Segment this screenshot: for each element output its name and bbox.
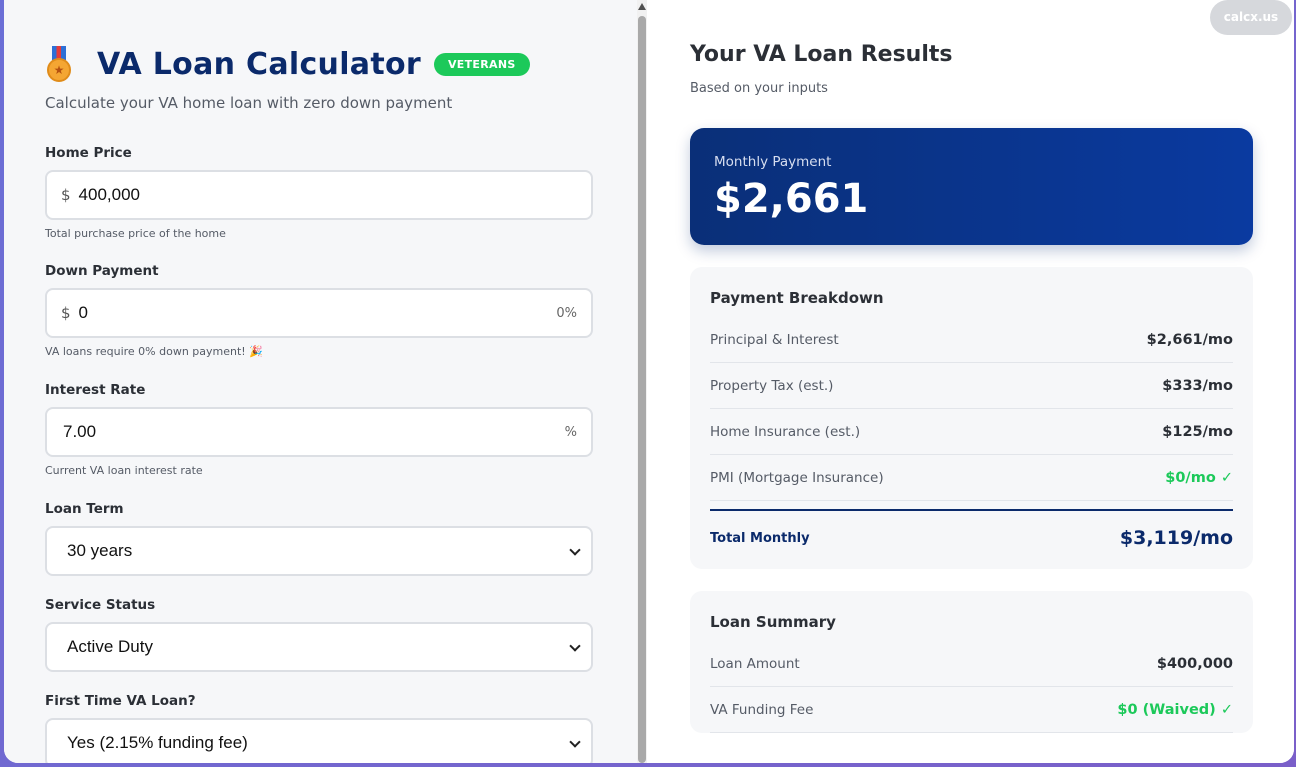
interest-rate-input[interactable]: 7.00 % (45, 407, 593, 457)
chevron-down-icon (569, 640, 581, 652)
loan-term-selected: 30 years (67, 541, 133, 560)
interest-rate-value[interactable]: 7.00 (63, 422, 96, 442)
breakdown-row-value: $125/mo (1162, 423, 1233, 440)
first-time-label: First Time VA Loan? (45, 693, 196, 709)
total-monthly-row: Total Monthly $3,119/mo (710, 509, 1233, 565)
breakdown-row-label: Home Insurance (est.) (710, 423, 861, 440)
service-status-select[interactable]: Active Duty (45, 622, 593, 672)
breakdown-row: Property Tax (est.) $333/mo (710, 363, 1233, 409)
currency-prefix: $ (61, 304, 71, 322)
summary-row: Loan Amount $400,000 (710, 641, 1233, 687)
payment-breakdown-title: Payment Breakdown (710, 289, 884, 307)
chevron-down-icon (569, 544, 581, 556)
summary-row-label: VA Funding Fee (710, 701, 814, 718)
calculator-form-panel: ★ VA Loan Calculator VETERANS Calculate … (4, 0, 638, 763)
monthly-payment-card: Monthly Payment $2,661 (690, 128, 1253, 245)
page-title: VA Loan Calculator (97, 46, 421, 82)
down-payment-field: Down Payment $ 0 0% VA loans require 0% … (45, 263, 597, 358)
interest-rate-field: Interest Rate 7.00 % Current VA loan int… (45, 382, 597, 477)
interest-rate-label: Interest Rate (45, 382, 146, 398)
title-row: ★ VA Loan Calculator VETERANS (45, 44, 597, 84)
brand-logo[interactable]: calcx.us (1210, 0, 1292, 35)
percent-suffix: % (564, 424, 577, 440)
results-title: Your VA Loan Results (690, 42, 953, 67)
chevron-down-icon (569, 736, 581, 748)
home-price-field: Home Price $ 400,000 Total purchase pric… (45, 145, 597, 240)
summary-row-label: Loan Amount (710, 655, 800, 672)
first-time-field: First Time VA Loan? Yes (2.15% funding f… (45, 693, 597, 763)
results-panel: calcx.us Your VA Loan Results Based on y… (647, 0, 1294, 763)
monthly-payment-label: Monthly Payment (714, 154, 832, 170)
breakdown-row-value: $2,661/mo (1146, 331, 1233, 348)
down-payment-percent: 0% (556, 305, 577, 321)
summary-row-value: $0 (Waived) ✓ (1117, 701, 1233, 718)
page-subtitle: Calculate your VA home loan with zero do… (45, 94, 453, 112)
first-time-select[interactable]: Yes (2.15% funding fee) (45, 718, 593, 763)
home-price-hint: Total purchase price of the home (45, 227, 226, 240)
breakdown-row-label: Principal & Interest (710, 331, 839, 348)
scroll-up-arrow-icon[interactable] (638, 3, 647, 10)
scroll-thumb[interactable] (638, 16, 647, 763)
loan-term-label: Loan Term (45, 501, 124, 517)
form-scrollbar[interactable] (637, 0, 647, 763)
service-status-field: Service Status Active Duty (45, 597, 597, 672)
down-payment-value[interactable]: 0 (79, 303, 88, 323)
total-monthly-value: $3,119/mo (1119, 527, 1233, 549)
breakdown-row-value: $333/mo (1162, 377, 1233, 394)
monthly-payment-value: $2,661 (714, 176, 869, 222)
loan-term-field: Loan Term 30 years (45, 501, 597, 576)
service-status-selected: Active Duty (67, 637, 153, 656)
veterans-badge: VETERANS (433, 52, 530, 76)
home-price-value[interactable]: 400,000 (79, 185, 140, 205)
payment-breakdown-panel: Payment Breakdown Principal & Interest $… (690, 267, 1253, 569)
total-monthly-label: Total Monthly (710, 530, 810, 546)
interest-rate-hint: Current VA loan interest rate (45, 464, 203, 477)
breakdown-row-label: PMI (Mortgage Insurance) (710, 469, 884, 486)
breakdown-row: Home Insurance (est.) $125/mo (710, 409, 1233, 455)
summary-row-value: $400,000 (1156, 655, 1233, 672)
loan-summary-title: Loan Summary (710, 613, 836, 631)
service-status-label: Service Status (45, 597, 156, 613)
currency-prefix: $ (61, 186, 71, 204)
home-price-input[interactable]: $ 400,000 (45, 170, 593, 220)
loan-term-select[interactable]: 30 years (45, 526, 593, 576)
down-payment-input[interactable]: $ 0 0% (45, 288, 593, 338)
down-payment-hint: VA loans require 0% down payment! 🎉 (45, 345, 263, 358)
first-time-selected: Yes (2.15% funding fee) (67, 733, 248, 752)
breakdown-row-label: Property Tax (est.) (710, 377, 834, 394)
breakdown-row-value: $0/mo ✓ (1165, 469, 1233, 486)
home-price-label: Home Price (45, 145, 132, 161)
summary-row: VA Funding Fee $0 (Waived) ✓ (710, 687, 1233, 733)
app-frame: ★ VA Loan Calculator VETERANS Calculate … (4, 0, 1294, 763)
breakdown-row: PMI (Mortgage Insurance) $0/mo ✓ (710, 455, 1233, 501)
results-subtitle: Based on your inputs (690, 81, 828, 96)
down-payment-label: Down Payment (45, 263, 159, 279)
loan-summary-panel: Loan Summary Loan Amount $400,000 VA Fun… (690, 591, 1253, 733)
medal-icon: ★ (45, 46, 73, 82)
breakdown-row: Principal & Interest $2,661/mo (710, 317, 1233, 363)
